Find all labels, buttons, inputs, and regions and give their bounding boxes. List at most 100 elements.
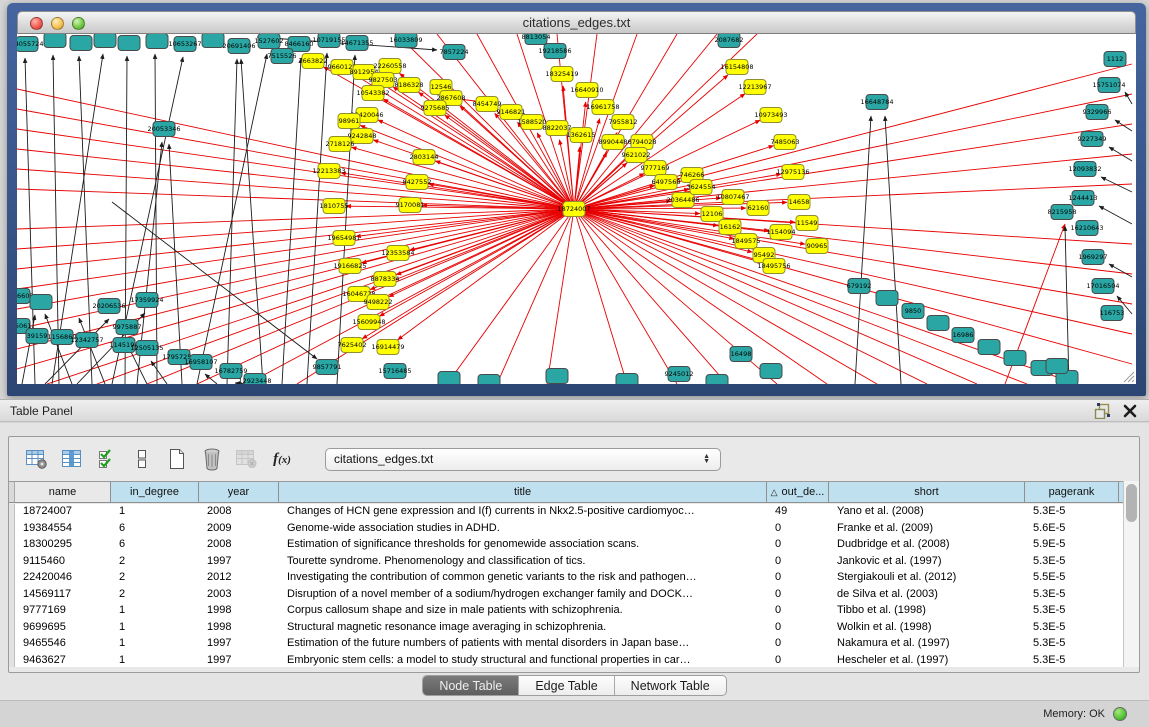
table-cell[interactable]: Yano et al. (2008) bbox=[829, 504, 1025, 521]
graph-node[interactable]: 12213967 bbox=[738, 80, 771, 95]
table-cell[interactable]: Disruption of a novel member of a sodium… bbox=[279, 587, 767, 604]
citation-edge[interactable] bbox=[398, 209, 574, 340]
table-row[interactable]: 911546021997Tourette syndrome. Phenomeno… bbox=[9, 554, 1123, 571]
column-header-name[interactable]: name bbox=[15, 482, 111, 502]
table-cell[interactable]: 9699695 bbox=[15, 620, 111, 637]
graph-node[interactable]: 16154808 bbox=[720, 60, 753, 75]
citation-edge[interactable] bbox=[855, 116, 871, 384]
table-cell[interactable]: 6 bbox=[111, 521, 199, 538]
table-cell[interactable]: Tibbo et al. (1998) bbox=[829, 603, 1025, 620]
graph-node[interactable] bbox=[44, 34, 66, 48]
graph-node[interactable]: 16210643 bbox=[1070, 221, 1103, 236]
table-cell[interactable]: 1997 bbox=[199, 554, 279, 571]
column-header-title[interactable]: title bbox=[279, 482, 767, 502]
table-cell[interactable]: 2 bbox=[111, 587, 199, 604]
graph-node[interactable] bbox=[616, 374, 638, 385]
table-cell[interactable]: 18300295 bbox=[15, 537, 111, 554]
graph-node[interactable]: 6497568 bbox=[652, 175, 681, 190]
graph-node[interactable]: 11549 bbox=[796, 216, 818, 231]
graph-node[interactable]: 8990448 bbox=[599, 135, 628, 150]
table-row[interactable]: 946554611997Estimation of the future num… bbox=[9, 636, 1123, 653]
citation-edge[interactable] bbox=[337, 55, 355, 384]
graph-node[interactable]: 16648784 bbox=[860, 95, 893, 110]
column-header-pagerank[interactable]: pagerank bbox=[1025, 482, 1119, 502]
graph-node[interactable]: 8813054 bbox=[522, 34, 551, 45]
table-row[interactable]: 946362711997Embryonic stem cells: a mode… bbox=[9, 653, 1123, 668]
table-scrollbar-thumb[interactable] bbox=[1126, 484, 1137, 522]
graph-node[interactable]: 12353584 bbox=[381, 246, 414, 261]
graph-node[interactable]: 15751074 bbox=[1092, 78, 1125, 93]
table-cell[interactable]: 5.3E-5 bbox=[1025, 653, 1119, 668]
table-cell[interactable]: 9465546 bbox=[15, 636, 111, 653]
graph-node[interactable]: 7485063 bbox=[771, 135, 800, 150]
table-cell[interactable]: Franke et al. (2009) bbox=[829, 521, 1025, 538]
citation-edge[interactable] bbox=[1109, 264, 1132, 277]
graph-node[interactable]: 9170081 bbox=[396, 198, 425, 213]
graph-node[interactable]: 14055724 bbox=[17, 37, 44, 52]
graph-node[interactable] bbox=[118, 36, 140, 51]
table-cell[interactable]: Estimation of significance thresholds fo… bbox=[279, 537, 767, 554]
delete-entries-button[interactable] bbox=[198, 445, 226, 473]
graph-node[interactable]: 16640910 bbox=[570, 83, 603, 98]
citation-edge[interactable] bbox=[241, 59, 263, 384]
table-cell[interactable]: 0 bbox=[767, 537, 829, 554]
graph-node[interactable] bbox=[927, 316, 949, 331]
graph-node[interactable]: 16914479 bbox=[371, 340, 404, 355]
table-cell[interactable]: 49 bbox=[767, 504, 829, 521]
table-cell[interactable]: Dudbridge et al. (2008) bbox=[829, 537, 1025, 554]
graph-node[interactable] bbox=[146, 34, 168, 49]
graph-node[interactable]: 14658 bbox=[788, 195, 810, 210]
graph-node[interactable]: 16986 bbox=[952, 328, 974, 343]
table-cell[interactable]: Investigating the contribution of common… bbox=[279, 570, 767, 587]
graph-node[interactable]: 116753 bbox=[1100, 306, 1125, 321]
citation-edge[interactable] bbox=[151, 361, 167, 384]
graph-node[interactable]: 1244413 bbox=[1069, 191, 1098, 206]
graph-node[interactable]: 15716485 bbox=[378, 364, 411, 379]
table-cell[interactable]: Embryonic stem cells: a model to study s… bbox=[279, 653, 767, 668]
tab-node-table[interactable]: Node Table bbox=[423, 676, 519, 695]
graph-node[interactable]: 1112 bbox=[1104, 52, 1126, 67]
table-cell[interactable]: 5.3E-5 bbox=[1025, 554, 1119, 571]
table-cell[interactable]: Stergiakouli et al. (2012) bbox=[829, 570, 1025, 587]
table-cell[interactable]: de Silva et al. (2003) bbox=[829, 587, 1025, 604]
citation-edge[interactable] bbox=[1115, 120, 1132, 131]
show-columns-button[interactable] bbox=[58, 445, 86, 473]
table-cell[interactable]: 9777169 bbox=[15, 603, 111, 620]
table-cell[interactable]: 2 bbox=[111, 554, 199, 571]
table-cell[interactable]: Nakamura et al. (1997) bbox=[829, 636, 1025, 653]
table-cell[interactable]: 22420046 bbox=[15, 570, 111, 587]
graph-node[interactable]: 1849575 bbox=[732, 234, 761, 249]
table-cell[interactable]: Wolkin et al. (1998) bbox=[829, 620, 1025, 637]
graph-node[interactable]: 7955812 bbox=[609, 115, 638, 130]
table-panel-bar[interactable]: Table Panel bbox=[0, 399, 1149, 422]
graph-node[interactable]: 7515526 bbox=[268, 49, 297, 64]
graph-node[interactable] bbox=[760, 364, 782, 379]
citation-edge[interactable] bbox=[247, 209, 574, 384]
select-all-button[interactable] bbox=[93, 445, 121, 473]
network-graph[interactable]: 1405572410653267206914061527602846616010… bbox=[17, 34, 1136, 384]
canvas-resize-grip[interactable] bbox=[1121, 369, 1135, 383]
graph-node[interactable]: 62160 bbox=[747, 201, 769, 216]
table-cell[interactable]: Changes of HCN gene expression and I(f) … bbox=[279, 504, 767, 521]
graph-node[interactable] bbox=[94, 34, 116, 48]
graph-node[interactable]: 9275685 bbox=[421, 101, 450, 116]
column-header-year[interactable]: year bbox=[199, 482, 279, 502]
graph-node[interactable] bbox=[706, 375, 728, 385]
graph-node[interactable] bbox=[1046, 359, 1068, 374]
table-cell[interactable]: Jankovic et al. (1997) bbox=[829, 554, 1025, 571]
table-row[interactable]: 977716911998Corpus callosum shape and si… bbox=[9, 603, 1123, 620]
graph-node[interactable]: 16961758 bbox=[586, 100, 619, 115]
graph-node[interactable]: 2803144 bbox=[410, 150, 439, 165]
table-cell[interactable]: 2008 bbox=[199, 537, 279, 554]
graph-node[interactable]: 12213383 bbox=[312, 164, 345, 179]
table-cell[interactable]: 1 bbox=[111, 504, 199, 521]
graph-node[interactable]: 12093832 bbox=[1068, 162, 1101, 177]
table-cell[interactable]: 1997 bbox=[199, 653, 279, 668]
citation-edge[interactable] bbox=[574, 209, 1077, 384]
citation-edge[interactable] bbox=[17, 129, 574, 209]
graph-node[interactable]: 16498 bbox=[730, 347, 752, 362]
table-row[interactable]: 1938455462009Genome-wide association stu… bbox=[9, 521, 1123, 538]
graph-node[interactable]: 1362615 bbox=[567, 128, 596, 143]
graph-node[interactable]: 1969297 bbox=[1079, 250, 1108, 265]
column-header-out_de[interactable]: △out_de... bbox=[767, 482, 829, 502]
